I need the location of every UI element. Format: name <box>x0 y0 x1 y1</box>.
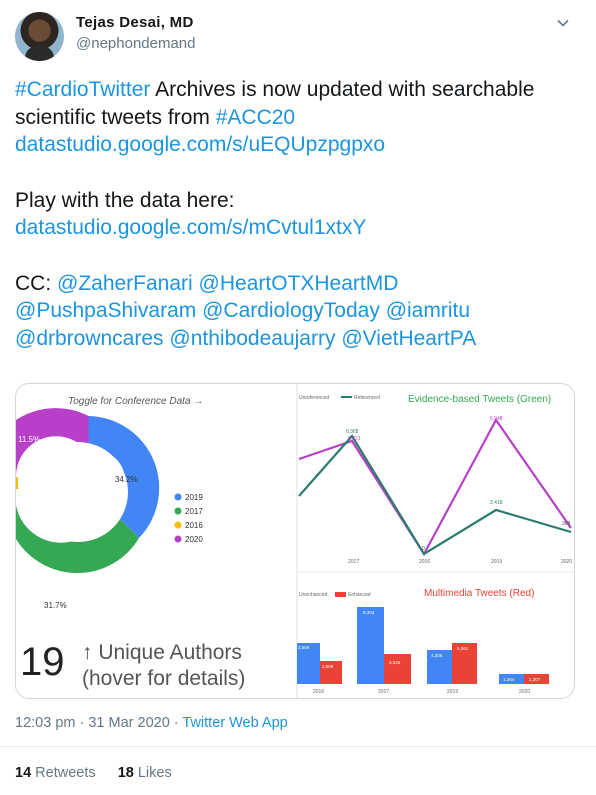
mention-link[interactable]: @ZaherFanari <box>57 272 193 295</box>
x-tick: 2017 <box>378 689 389 695</box>
likes-label: Likes <box>133 765 172 781</box>
toggle-label[interactable]: Toggle for Conference Data → <box>68 396 203 407</box>
x-tick: 2019 <box>491 559 502 565</box>
legend-unreferenced: Unreferenced <box>299 395 330 401</box>
chevron-down-icon[interactable] <box>556 16 570 30</box>
link-datastudio-1[interactable]: datastudio.google.com/s/uEQUpzpgpxo <box>15 133 385 156</box>
bar-label: 5,061 <box>457 646 469 651</box>
bar-label: 1,264 <box>503 677 515 682</box>
legend-referenced: Referenced <box>354 395 380 401</box>
dashboard-image: Toggle for Conference Data → 34.2% 31.7%… <box>16 384 574 698</box>
mention-link[interactable]: @CardiologyToday <box>202 299 380 322</box>
bar-label: 3,025 <box>389 660 401 665</box>
point-label: 6,368 <box>346 429 359 435</box>
bar-label: 9,304 <box>363 610 375 615</box>
point-label: 388 <box>562 521 571 527</box>
x-tick: 2016 <box>313 689 324 695</box>
tweet-stats: 14 Retweets 18 Likes <box>15 765 172 781</box>
bar-label: 1,307 <box>529 677 541 682</box>
legend-enhanced: Enhanced <box>348 592 371 598</box>
legend-2019: 2019 <box>185 493 203 502</box>
donut-slice-2016 <box>16 477 18 489</box>
mention-link[interactable]: @PushpaShivaram <box>15 299 196 322</box>
series-unreferenced <box>298 417 572 557</box>
point-label: 5,921 <box>348 436 361 442</box>
x-tick: 2017 <box>348 559 359 565</box>
series-referenced <box>298 434 572 556</box>
mention-link[interactable]: @nthibodeaujarry <box>169 327 335 350</box>
x-tick: 2020 <box>519 689 530 695</box>
likes-link[interactable]: 18 Likes <box>118 765 172 781</box>
tweet-meta: 12:03 pm · 31 Mar 2020 · Twitter Web App <box>15 715 288 731</box>
display-name[interactable]: Tejas Desai, MD <box>76 14 194 31</box>
legend-2020: 2020 <box>185 535 203 544</box>
slice-label: 11.5% <box>18 435 40 444</box>
slice-label: 31.7% <box>44 601 67 610</box>
tweet-line2: scientific tweets from <box>15 105 216 129</box>
tweet-line1: Archives is now updated with searchable <box>150 78 535 101</box>
legend-2017: 2017 <box>185 507 203 516</box>
timestamp[interactable]: 12:03 pm · 31 Mar 2020 · <box>15 715 182 731</box>
hashtag-cardiotwitter[interactable]: #CardioTwitter <box>15 78 150 101</box>
link-datastudio-2[interactable]: datastudio.google.com/s/mCvtul1xtxY <box>15 216 366 239</box>
authors-line2: (hover for details) <box>82 667 245 690</box>
bar-label: 2,009 <box>322 664 334 669</box>
media-card[interactable]: Toggle for Conference Data → 34.2% 31.7%… <box>15 383 575 699</box>
bar-label: 3,558 <box>298 645 310 650</box>
user-handle[interactable]: @nephondemand <box>76 35 196 52</box>
tweet-text: #CardioTwitter Archives is now updated w… <box>15 76 585 352</box>
authors-line1: ↑ Unique Authors <box>82 641 242 664</box>
retweets-count: 14 <box>15 765 32 781</box>
divider <box>0 746 596 747</box>
slice-label: 34.2% <box>115 475 138 484</box>
mention-link[interactable]: @HeartOTXHeartMD <box>199 272 399 295</box>
avatar[interactable] <box>15 12 64 61</box>
cc-label: CC: <box>15 271 57 295</box>
x-tick: 2020 <box>561 559 572 565</box>
x-tick: 2016 <box>419 559 430 565</box>
tweet-line4: Play with the data here: <box>15 188 235 212</box>
point-label: 0 <box>422 546 425 552</box>
retweets-link[interactable]: 14 Retweets <box>15 765 96 781</box>
multimedia-chart-title: Multimedia Tweets (Red) <box>424 588 534 599</box>
evidence-chart-title: Evidence-based Tweets (Green) <box>408 394 551 405</box>
mention-link[interactable]: @VietHeartPA <box>341 327 476 350</box>
authors-count[interactable]: 19 <box>20 640 65 684</box>
x-tick: 2019 <box>447 689 458 695</box>
legend-unenhanced: Unenhanced <box>299 592 328 598</box>
bar-unenhanced <box>357 607 384 684</box>
bar-enhanced <box>384 654 411 684</box>
hashtag-acc20[interactable]: #ACC20 <box>216 106 295 129</box>
mention-link[interactable]: @iamritu <box>386 299 470 322</box>
source-app-link[interactable]: Twitter Web App <box>182 715 287 731</box>
point-label: 2,418 <box>490 500 503 506</box>
mention-link[interactable]: @drbrowncares <box>15 327 164 350</box>
point-label: 6,948 <box>490 416 503 422</box>
bar-label: 4,305 <box>431 653 443 658</box>
likes-count: 18 <box>117 765 134 781</box>
legend-2016: 2016 <box>185 521 203 530</box>
retweets-label: Retweets <box>31 765 96 781</box>
